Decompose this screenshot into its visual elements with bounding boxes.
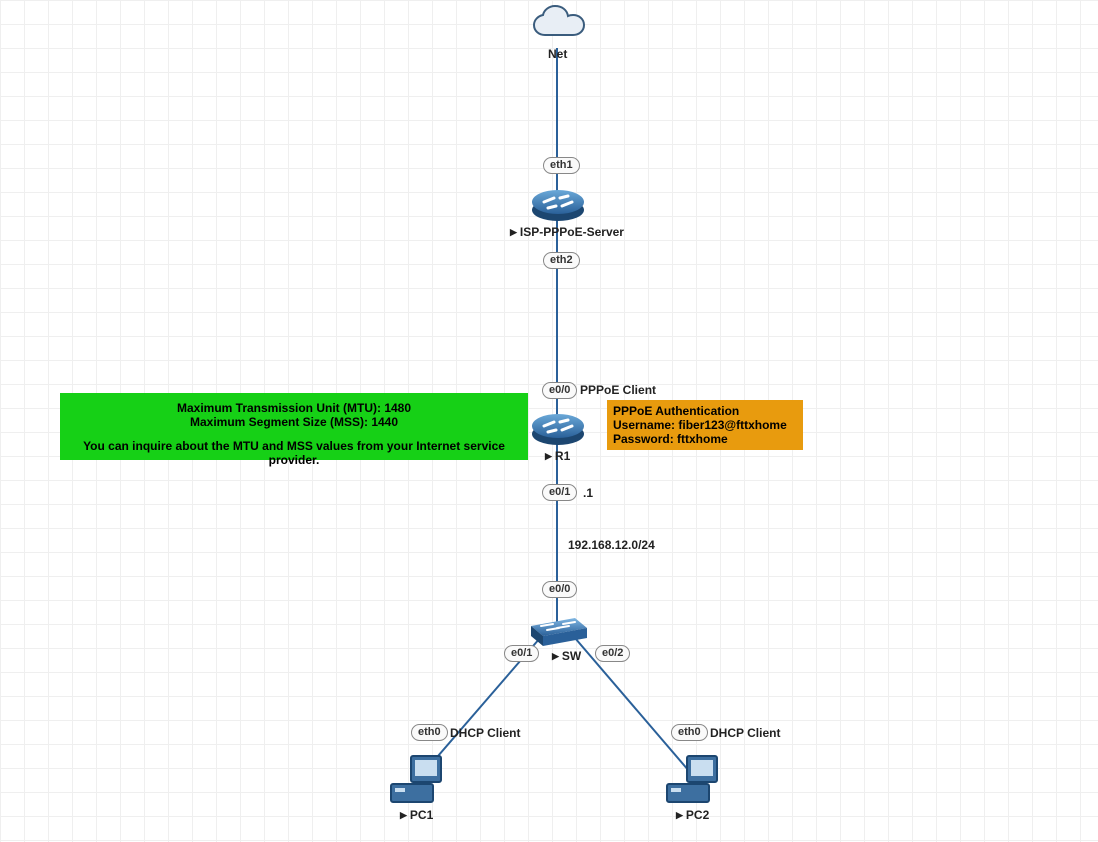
iface-r1-e01: e0/1 bbox=[542, 484, 577, 501]
subnet-text: 192.168.12.0/24 bbox=[568, 538, 655, 552]
auth-line-2: Username: fiber123@fttxhome bbox=[613, 418, 801, 432]
cloud-icon[interactable] bbox=[531, 5, 587, 47]
isp-label: ▶ISP-PPPoE-Server bbox=[510, 225, 624, 239]
iface-isp-eth1: eth1 bbox=[543, 157, 580, 174]
pppoe-client-text: PPPoE Client bbox=[580, 383, 656, 397]
iface-pc2-eth0: eth0 bbox=[671, 724, 708, 741]
play-icon: ▶ bbox=[676, 810, 683, 820]
iface-pc1-eth0: eth0 bbox=[411, 724, 448, 741]
auth-line-3: Password: fttxhome bbox=[613, 432, 801, 446]
iface-r1-e00: e0/0 bbox=[542, 382, 577, 399]
auth-line-1: PPPoE Authentication bbox=[613, 404, 801, 418]
iface-sw-e00: e0/0 bbox=[542, 581, 577, 598]
play-icon: ▶ bbox=[510, 227, 517, 237]
r1-label: ▶R1 bbox=[545, 449, 570, 463]
pc2-label: ▶PC2 bbox=[676, 808, 709, 822]
sw-label: ▶SW bbox=[552, 649, 581, 663]
mtu-note-box: Maximum Transmission Unit (MTU): 1480 Ma… bbox=[60, 393, 528, 460]
net-label: Net bbox=[548, 47, 567, 61]
play-icon: ▶ bbox=[552, 651, 559, 661]
iface-sw-e02: e0/2 bbox=[595, 645, 630, 662]
dot1-text: .1 bbox=[583, 486, 593, 500]
switch-icon[interactable] bbox=[527, 612, 589, 650]
mtu-line-3: You can inquire about the MTU and MSS va… bbox=[64, 439, 524, 467]
mtu-line-2: Maximum Segment Size (MSS): 1440 bbox=[64, 415, 524, 429]
iface-sw-e01: e0/1 bbox=[504, 645, 539, 662]
pc-icon[interactable] bbox=[389, 754, 447, 806]
pc2-dhcp-text: DHCP Client bbox=[710, 726, 780, 740]
play-icon: ▶ bbox=[400, 810, 407, 820]
auth-note-box: PPPoE Authentication Username: fiber123@… bbox=[607, 400, 803, 450]
play-icon: ▶ bbox=[545, 451, 552, 461]
pc1-dhcp-text: DHCP Client bbox=[450, 726, 520, 740]
router-icon[interactable] bbox=[530, 184, 586, 224]
mtu-line-1: Maximum Transmission Unit (MTU): 1480 bbox=[64, 401, 524, 415]
pc-icon[interactable] bbox=[665, 754, 723, 806]
router-icon[interactable] bbox=[530, 408, 586, 448]
pc1-label: ▶PC1 bbox=[400, 808, 433, 822]
iface-isp-eth2: eth2 bbox=[543, 252, 580, 269]
